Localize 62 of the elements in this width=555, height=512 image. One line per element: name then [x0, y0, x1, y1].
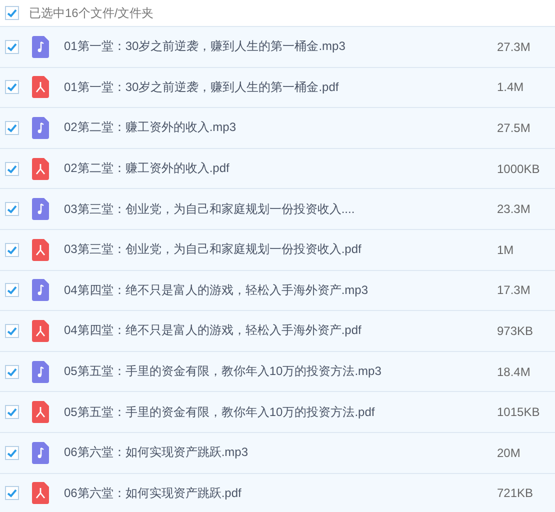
file-size: 27.3M [497, 40, 532, 54]
music-file-icon [32, 279, 49, 302]
file-row[interactable]: 05第五堂：手里的资金有限，教你年入10万的投资方法.mp3 18.4M [0, 350, 555, 392]
file-row[interactable]: 05第五堂：手里的资金有限，教你年入10万的投资方法.pdf 1015KB [0, 391, 555, 432]
file-size: 1.4M [497, 80, 525, 94]
file-checkbox[interactable] [5, 486, 19, 500]
music-file-icon [32, 360, 49, 383]
file-checkbox[interactable] [5, 446, 19, 460]
file-name: 04第四堂：绝不只是富人的游戏，轻松入手海外资产.mp3 [64, 282, 370, 299]
file-row[interactable]: 03第三堂：创业党，为自己和家庭规划一份投资收入.pdf 1M [0, 228, 555, 270]
file-row[interactable]: 04第四堂：绝不只是富人的游戏，轻松入手海外资产.pdf 973KB [0, 310, 555, 351]
file-checkbox[interactable] [5, 283, 19, 298]
file-row[interactable]: 04第四堂：绝不只是富人的游戏，轻松入手海外资产.mp3 17.3M [0, 270, 555, 310]
file-checkbox[interactable] [5, 120, 19, 135]
select-all-checkbox[interactable] [5, 6, 19, 20]
file-checkbox[interactable] [5, 40, 19, 54]
file-size: 17.3M [497, 283, 532, 298]
file-row[interactable]: 02第二堂：赚工资外的收入.pdf 1000KB [0, 148, 555, 188]
file-row[interactable]: 03第三堂：创业党，为自己和家庭规划一份投资收入.... 23.3M [0, 188, 555, 229]
file-checkbox[interactable] [5, 80, 19, 94]
file-row[interactable]: 01第一堂：30岁之前逆袭，赚到人生的第一桶金.pdf 1.4M [0, 66, 555, 108]
file-row[interactable]: 01第一堂：30岁之前逆袭，赚到人生的第一桶金.mp3 27.3M [0, 26, 555, 67]
pdf-file-icon [32, 320, 49, 342]
file-name: 01第一堂：30岁之前逆袭，赚到人生的第一桶金.mp3 [64, 38, 346, 56]
file-size: 18.4M [497, 364, 532, 379]
file-checkbox[interactable] [5, 242, 19, 257]
pdf-file-icon [32, 158, 49, 180]
file-name: 06第六堂：如何实现资产跳跃.pdf [64, 484, 242, 502]
file-size: 1000KB [497, 162, 541, 176]
file-checkbox[interactable] [5, 405, 19, 420]
file-name: 03第三堂：创业党，为自己和家庭规划一份投资收入.pdf [64, 241, 362, 258]
file-row[interactable]: 06第六堂：如何实现资产跳跃.pdf 721KB [0, 472, 555, 512]
music-file-icon [32, 116, 49, 139]
file-name: 06第六堂：如何实现资产跳跃.mp3 [64, 444, 250, 462]
pdf-file-icon [32, 482, 49, 504]
file-name: 05第五堂：手里的资金有限，教你年入10万的投资方法.pdf [64, 404, 376, 421]
file-name: 02第二堂：赚工资外的收入.mp3 [64, 119, 238, 136]
file-name: 04第四堂：绝不只是富人的游戏，轻松入手海外资产.pdf [64, 322, 362, 340]
file-name: 05第五堂：手里的资金有限，教你年入10万的投资方法.mp3 [64, 363, 382, 380]
music-file-icon [32, 36, 49, 58]
file-row[interactable]: 06第六堂：如何实现资产跳跃.mp3 20M [0, 432, 555, 473]
file-checkbox[interactable] [5, 202, 19, 216]
pdf-file-icon [32, 401, 49, 424]
music-file-icon [32, 442, 49, 464]
file-row[interactable]: 02第二堂：赚工资外的收入.mp3 27.5M [0, 107, 555, 148]
file-checkbox[interactable] [5, 324, 19, 338]
file-size: 23.3M [497, 202, 532, 216]
file-size: 721KB [497, 486, 534, 500]
file-name: 01第一堂：30岁之前逆袭，赚到人生的第一桶金.pdf [64, 78, 340, 96]
file-size: 973KB [497, 324, 534, 338]
selection-count: 已选中16个文件/文件夹 [29, 4, 154, 22]
pdf-file-icon [32, 238, 49, 261]
music-file-icon [32, 198, 49, 220]
file-checkbox[interactable] [5, 162, 19, 176]
file-size: 20M [497, 446, 522, 460]
file-name: 02第二堂：赚工资外的收入.pdf [64, 160, 230, 178]
file-name: 03第三堂：创业党，为自己和家庭规划一份投资收入.... [64, 200, 356, 218]
file-size: 27.5M [497, 120, 532, 135]
file-checkbox[interactable] [5, 364, 19, 379]
pdf-file-icon [32, 76, 49, 98]
file-size: 1015KB [497, 405, 541, 420]
file-size: 1M [497, 242, 515, 257]
